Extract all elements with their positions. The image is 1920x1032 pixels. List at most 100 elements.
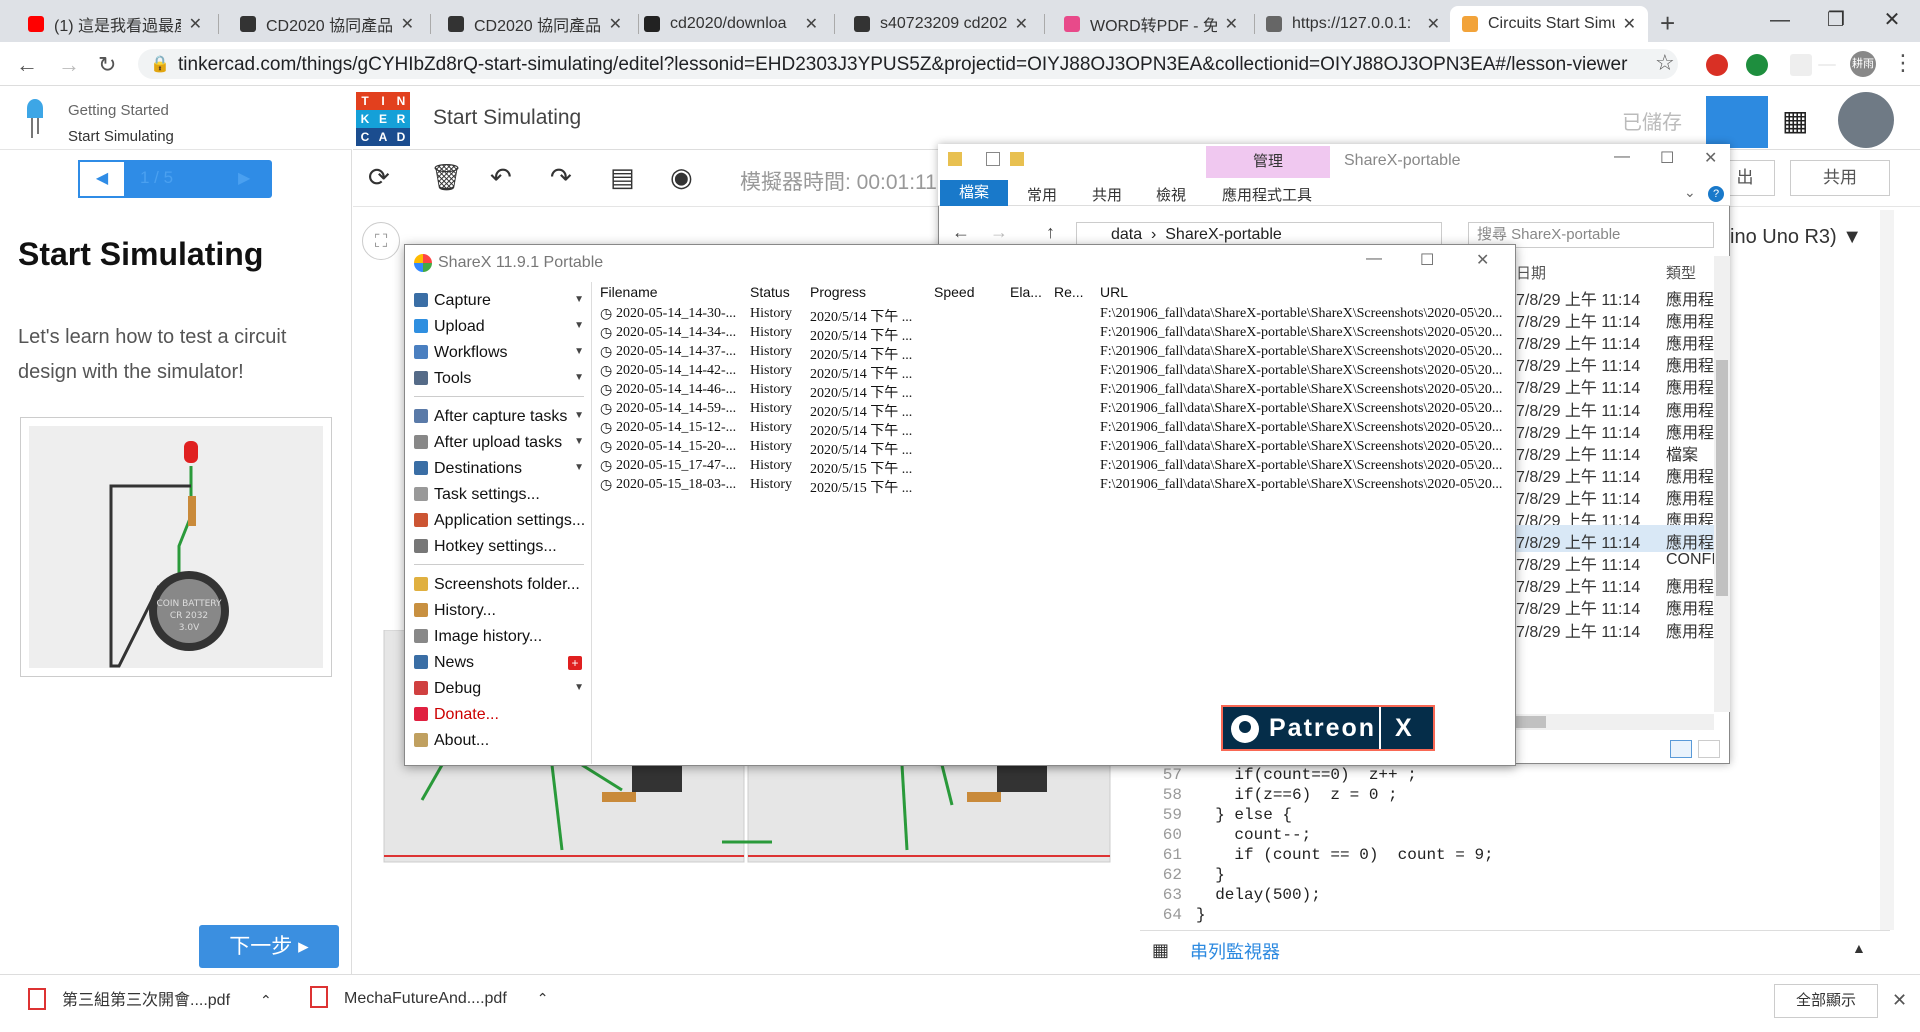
patreon-close-button[interactable]: X bbox=[1395, 707, 1414, 749]
browser-tab[interactable]: Circuits Start Simu ✕ bbox=[1450, 6, 1648, 42]
explorer-forward-icon[interactable]: → bbox=[990, 222, 1008, 243]
explorer-maximize-button[interactable]: ☐ bbox=[1660, 148, 1674, 168]
sharex-history-row[interactable]: ◷ 2020-05-15_18-03-... History 2020/5/15 下午… bbox=[596, 477, 1506, 496]
chevron-up-icon[interactable]: ⌃ bbox=[260, 992, 272, 1008]
serial-monitor-label[interactable]: 串列監視器 bbox=[1190, 938, 1280, 964]
show-all-downloads-button[interactable]: 全部顯示 bbox=[1774, 984, 1878, 1018]
explorer-row[interactable]: 7/8/29 上午 11:14 應用程 bbox=[1500, 614, 1716, 641]
path-seg-sharex[interactable]: ShareX-portable bbox=[1165, 226, 1282, 243]
share-button[interactable]: 共用 bbox=[1790, 160, 1890, 196]
circuit-view-icon[interactable] bbox=[1706, 96, 1768, 148]
sharex-column-header[interactable]: Progress bbox=[810, 284, 866, 300]
minimize-window-button[interactable]: — bbox=[1752, 0, 1808, 42]
sharex-history-row[interactable]: ◷ 2020-05-14_14-37-... History 2020/5/14 下午… bbox=[596, 344, 1506, 363]
code-line[interactable]: 63 delay(500); bbox=[1140, 886, 1321, 906]
sharex-menu-item[interactable]: Capture ▼ bbox=[414, 292, 584, 316]
browser-tab[interactable]: s40723209 cd202 ✕ bbox=[842, 6, 1040, 42]
sharex-history-row[interactable]: ◷ 2020-05-14_14-34-... History 2020/5/14 下午… bbox=[596, 325, 1506, 344]
path-seg-data[interactable]: data bbox=[1111, 226, 1142, 243]
close-tab-icon[interactable]: ✕ bbox=[805, 14, 818, 34]
sharex-menu-item[interactable]: After capture tasks ▼ bbox=[414, 408, 584, 432]
manage-tab[interactable]: 管理 bbox=[1206, 146, 1330, 178]
sharex-menu-item[interactable]: After upload tasks ▼ bbox=[414, 434, 584, 458]
explorer-minimize-button[interactable]: — bbox=[1614, 148, 1630, 166]
close-tab-icon[interactable]: ✕ bbox=[1427, 14, 1440, 34]
explorer-back-icon[interactable]: ← bbox=[952, 222, 970, 243]
code-line[interactable]: 59 } else { bbox=[1140, 806, 1292, 826]
close-downloads-icon[interactable]: ✕ bbox=[1892, 990, 1907, 1011]
sharex-maximize-button[interactable]: ☐ bbox=[1420, 250, 1434, 270]
zoom-fit-icon[interactable]: ⛶ bbox=[362, 222, 400, 260]
sharex-history-row[interactable]: ◷ 2020-05-14_14-46-... History 2020/5/14 下午… bbox=[596, 382, 1506, 401]
sharex-close-button[interactable]: ✕ bbox=[1476, 250, 1489, 270]
browser-tab[interactable]: CD2020 協同產品 ✕ bbox=[436, 6, 634, 42]
browser-tab[interactable]: CD2020 協同產品 ✕ bbox=[228, 6, 426, 42]
ribbon-tab-home[interactable]: 常用 bbox=[1027, 184, 1057, 205]
sharex-menu-item[interactable]: About... bbox=[414, 732, 584, 756]
sharex-history-row[interactable]: ◷ 2020-05-14_15-20-... History 2020/5/14 下午… bbox=[596, 439, 1506, 458]
sharex-column-header[interactable]: Speed bbox=[934, 284, 974, 300]
code-editor[interactable]: 57 if(count==0) z++ ; 58 if(z==6) z = 0 ;… bbox=[1140, 760, 1890, 930]
download-item[interactable]: 第三組第三次開會....pdf ⌃ bbox=[28, 986, 272, 1020]
shield-extension-icon[interactable] bbox=[1746, 54, 1768, 76]
sharex-menu-item[interactable]: Destinations ▼ bbox=[414, 460, 584, 484]
reading-list-icon[interactable] bbox=[1818, 64, 1836, 66]
explorer-up-icon[interactable]: ↑ bbox=[1046, 222, 1055, 243]
details-view-icon[interactable] bbox=[1670, 740, 1692, 758]
explorer-scroll-thumb[interactable] bbox=[1716, 360, 1728, 596]
browser-tab[interactable]: (1) 這是我看過最產 ✕ bbox=[16, 6, 214, 42]
large-icons-view-icon[interactable] bbox=[1698, 740, 1720, 758]
sharex-history-row[interactable]: ◷ 2020-05-14_14-59-... History 2020/5/14 下午… bbox=[596, 401, 1506, 420]
next-step-button[interactable]: 下一步 ▸ bbox=[199, 925, 339, 968]
back-arrow-icon[interactable]: ← bbox=[16, 52, 38, 78]
new-folder-icon[interactable] bbox=[1010, 152, 1024, 166]
code-line[interactable]: 58 if(z==6) z = 0 ; bbox=[1140, 786, 1398, 806]
sharex-column-header[interactable]: Filename bbox=[600, 284, 658, 300]
sharex-menu-item[interactable]: Tools ▼ bbox=[414, 370, 584, 394]
ribbon-tab-share[interactable]: 共用 bbox=[1092, 184, 1122, 205]
expand-arrow-icon[interactable]: ▲ bbox=[1852, 940, 1866, 956]
new-tab-button[interactable]: + bbox=[1660, 8, 1675, 39]
close-tab-icon[interactable]: ✕ bbox=[189, 14, 202, 34]
ribbon-tab-app-tools[interactable]: 應用程式工具 bbox=[1222, 184, 1312, 205]
tinkercad-logo[interactable]: TINKERCAD bbox=[356, 92, 410, 146]
user-avatar[interactable] bbox=[1838, 92, 1894, 148]
forward-arrow-icon[interactable]: → bbox=[58, 52, 80, 78]
yab-extension-icon[interactable] bbox=[1706, 54, 1728, 76]
explorer-close-button[interactable]: ✕ bbox=[1704, 148, 1717, 168]
playlist-extension-icon[interactable] bbox=[1790, 54, 1812, 76]
notes-icon[interactable]: ▤ bbox=[610, 162, 635, 193]
code-scrollbar[interactable] bbox=[1880, 210, 1894, 930]
sharex-minimize-button[interactable]: — bbox=[1366, 250, 1382, 268]
ribbon-tab-view[interactable]: 檢視 bbox=[1156, 184, 1186, 205]
lock-icon[interactable]: 🔒 bbox=[150, 54, 170, 74]
chevron-up-icon[interactable]: ⌃ bbox=[537, 990, 549, 1006]
close-tab-icon[interactable]: ✕ bbox=[401, 14, 414, 34]
sharex-column-header[interactable]: Re... bbox=[1054, 284, 1084, 300]
maximize-window-button[interactable]: ❐ bbox=[1808, 0, 1864, 42]
sharex-history-row[interactable]: ◷ 2020-05-14_15-12-... History 2020/5/14 下午… bbox=[596, 420, 1506, 439]
code-line[interactable]: 61 if (count == 0) count = 9; bbox=[1140, 846, 1494, 866]
column-header-date[interactable]: 日期 bbox=[1516, 262, 1546, 283]
sharex-history-row[interactable]: ◷ 2020-05-15_17-47-... History 2020/5/15 下午… bbox=[596, 458, 1506, 477]
close-tab-icon[interactable]: ✕ bbox=[1015, 14, 1028, 34]
sharex-menu-item[interactable]: Debug ▼ bbox=[414, 680, 584, 704]
design-title[interactable]: Start Simulating bbox=[433, 106, 581, 130]
browser-tab[interactable]: https://127.0.0.1: ✕ bbox=[1254, 6, 1452, 42]
close-tab-icon[interactable]: ✕ bbox=[1623, 14, 1636, 34]
code-line[interactable]: 62 } bbox=[1140, 866, 1225, 886]
delete-icon[interactable]: 🗑 bbox=[430, 162, 463, 193]
sharex-menu-item[interactable]: Application settings... bbox=[414, 512, 585, 536]
ribbon-expand-icon[interactable]: ⌄ bbox=[1684, 184, 1696, 201]
sharex-menu-item[interactable]: Donate... bbox=[414, 706, 584, 730]
sharex-menu-item[interactable]: News bbox=[414, 654, 584, 678]
bookmark-star-icon[interactable]: ☆ bbox=[1655, 50, 1675, 76]
column-header-type[interactable]: 類型 bbox=[1666, 262, 1696, 283]
browser-menu-icon[interactable]: ⋮ bbox=[1892, 50, 1914, 76]
rotate-icon[interactable]: ⟳ bbox=[368, 162, 390, 193]
url-text[interactable]: tinkercad.com/things/gCYHIbZd8rQ-start-s… bbox=[178, 54, 1627, 76]
previous-step-button[interactable]: ◀ bbox=[78, 160, 126, 198]
next-step-arrow-button[interactable]: ▶ bbox=[238, 168, 250, 188]
reload-icon[interactable]: ↻ bbox=[98, 52, 116, 78]
code-line[interactable]: 57 if(count==0) z++ ; bbox=[1140, 766, 1417, 786]
